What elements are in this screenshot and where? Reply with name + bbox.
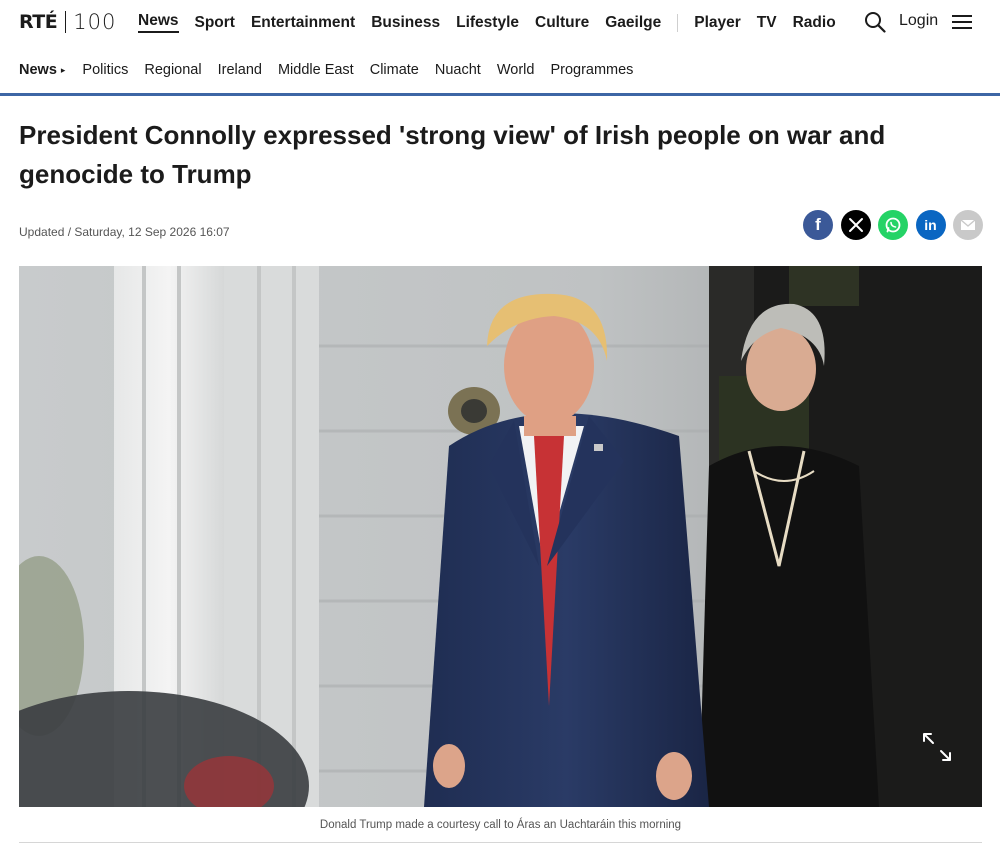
search-icon[interactable]: [864, 11, 886, 33]
article-headline: President Connolly expressed 'strong vie…: [19, 120, 886, 189]
section-divider: [0, 93, 1000, 96]
x-share-button[interactable]: [840, 210, 871, 240]
nav-tv[interactable]: TV: [757, 14, 777, 32]
sub-nav-nuacht[interactable]: Nuacht: [435, 62, 481, 78]
sub-nav-ireland[interactable]: Ireland: [218, 62, 262, 78]
sub-nav-title[interactable]: News ▸: [19, 62, 65, 78]
sub-nav-title-label: News: [19, 61, 57, 78]
sub-nav-regional[interactable]: Regional: [144, 62, 201, 78]
hamburger-menu-icon[interactable]: [952, 14, 972, 30]
expand-icon[interactable]: [921, 731, 953, 763]
nav-gaeilge[interactable]: Gaeilge: [605, 14, 661, 32]
sub-nav-programmes[interactable]: Programmes: [550, 62, 633, 78]
sub-nav-climate[interactable]: Climate: [370, 62, 419, 78]
main-nav: News Sport Entertainment Business Lifest…: [138, 12, 852, 33]
rte-100-logo[interactable]: RTÉ 100: [19, 9, 116, 35]
sub-nav-middle-east[interactable]: Middle East: [278, 62, 354, 78]
top-navigation-bar: RTÉ 100 News Sport Entertainment Busines…: [0, 0, 1000, 44]
nav-sport[interactable]: Sport: [195, 14, 235, 32]
logo-100-text: 100: [73, 10, 117, 34]
article-updated-timestamp: Updated / Saturday, 12 Sep 2026 16:07: [19, 225, 230, 239]
sub-nav-world[interactable]: World: [497, 62, 535, 78]
logo-divider: [65, 11, 67, 33]
email-icon: [960, 219, 976, 230]
nav-lifestyle[interactable]: Lifestyle: [456, 14, 519, 32]
whatsapp-share-button[interactable]: [878, 210, 908, 240]
nav-entertainment[interactable]: Entertainment: [251, 14, 355, 32]
nav-radio[interactable]: Radio: [793, 14, 836, 32]
share-buttons: f in: [803, 210, 983, 240]
facebook-share-button[interactable]: f: [803, 210, 833, 240]
nav-player[interactable]: Player: [694, 14, 741, 32]
article-photo-illustration: [19, 266, 982, 807]
news-sub-nav: News ▸ Politics Regional Ireland Middle E…: [0, 44, 1000, 95]
article-photo[interactable]: [19, 266, 982, 807]
nav-business[interactable]: Business: [371, 14, 440, 32]
logo-rte-text: RTÉ: [19, 11, 58, 33]
image-caption: Donald Trump made a courtesy call to Ára…: [319, 819, 682, 831]
login-link[interactable]: Login: [899, 12, 938, 30]
linkedin-icon: in: [924, 217, 937, 233]
caret-right-icon: ▸: [60, 64, 66, 75]
facebook-icon: f: [815, 215, 821, 234]
linkedin-share-button[interactable]: in: [915, 210, 946, 240]
sub-nav-politics[interactable]: Politics: [82, 62, 128, 78]
nav-divider: [677, 13, 679, 32]
x-icon: [848, 218, 863, 232]
email-share-button[interactable]: [953, 210, 983, 240]
nav-news[interactable]: News: [138, 12, 179, 33]
caption-divider: [19, 842, 982, 843]
nav-culture[interactable]: Culture: [535, 14, 589, 32]
whatsapp-icon: [885, 217, 901, 233]
